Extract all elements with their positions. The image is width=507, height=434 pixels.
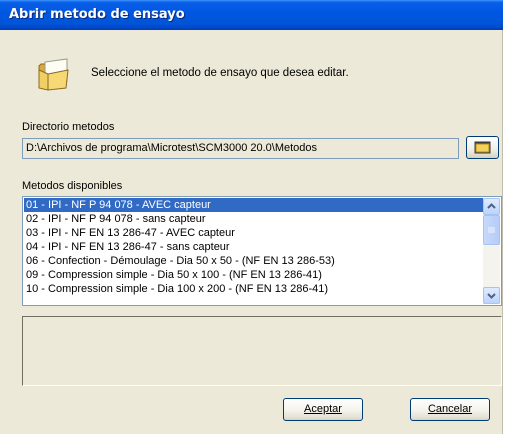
chevron-down-icon — [487, 293, 496, 299]
list-item[interactable]: 06 - Confection - Démoulage - Dia 50 x 5… — [24, 254, 483, 268]
vertical-scrollbar[interactable] — [483, 198, 500, 304]
chevron-up-icon — [487, 203, 496, 209]
cancel-button-label: Cancelar — [427, 403, 473, 415]
scroll-up-button[interactable] — [483, 198, 500, 215]
cancel-button[interactable]: Cancelar — [410, 398, 490, 421]
list-item[interactable]: 04 - IPI - NF EN 13 286-47 - sans capteu… — [24, 240, 483, 254]
list-item[interactable]: 01 - IPI - NF P 94 078 - AVEC capteur — [24, 198, 483, 212]
accept-button[interactable]: Aceptar — [283, 398, 363, 421]
methods-list-items: 01 - IPI - NF P 94 078 - AVEC capteur 02… — [24, 198, 483, 296]
scroll-down-button[interactable] — [483, 287, 500, 304]
window-title: Abrir metodo de ensayo — [9, 7, 185, 22]
title-bar[interactable]: Abrir metodo de ensayo — [0, 0, 503, 30]
list-item[interactable]: 09 - Compression simple - Dia 50 x 100 -… — [24, 268, 483, 282]
methods-listbox[interactable]: 01 - IPI - NF P 94 078 - AVEC capteur 02… — [22, 196, 502, 306]
list-item[interactable]: 03 - IPI - NF EN 13 286-47 - AVEC capteu… — [24, 226, 483, 240]
list-item[interactable]: 02 - IPI - NF P 94 078 - sans capteur — [24, 212, 483, 226]
open-method-dialog: Abrir metodo de ensayo Seleccione el met… — [0, 0, 503, 434]
accept-button-label: Aceptar — [304, 403, 342, 415]
directory-label: Directorio metodos — [22, 121, 115, 133]
folder-browse-icon — [474, 141, 491, 154]
scroll-thumb[interactable] — [483, 215, 500, 245]
browse-directory-button[interactable] — [466, 136, 499, 159]
method-description-panel — [22, 316, 502, 386]
grip-icon — [488, 227, 495, 233]
instruction-text: Seleccione el metodo de ensayo que desea… — [91, 67, 349, 79]
list-item[interactable]: 10 - Compression simple - Dia 100 x 200 … — [24, 282, 483, 296]
methods-list-label: Metodos disponibles — [22, 180, 123, 192]
folder-icon — [36, 56, 72, 92]
directory-path-field: D:\Archivos de programa\Microtest\SCM300… — [22, 138, 459, 159]
